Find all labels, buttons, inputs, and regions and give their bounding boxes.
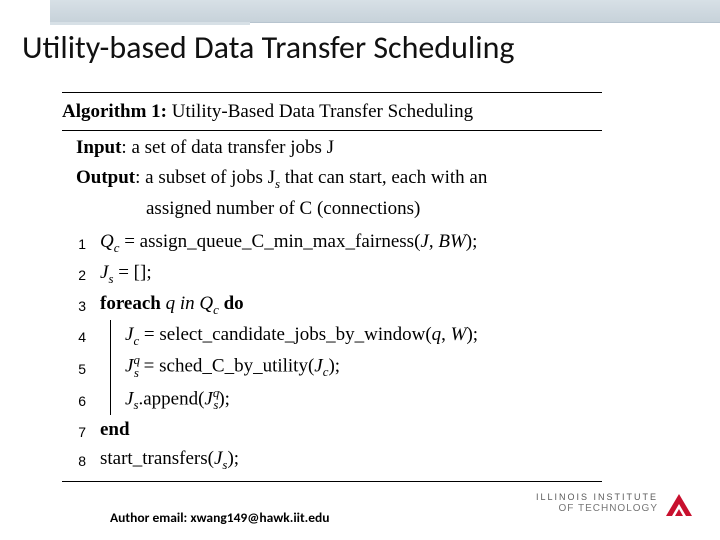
algo-line-5: 5 Jqs = sched_C_by_utility(Jc); — [62, 350, 602, 382]
line-number: 1 — [62, 234, 100, 256]
algorithm-block: Algorithm 1: Utility-Based Data Transfer… — [62, 90, 602, 482]
algorithm-body: 1 Qc = assign_queue_C_min_max_fairness(J… — [62, 223, 602, 475]
algorithm-number: Algorithm 1: — [62, 101, 167, 122]
iit-logo: ILLINOIS INSTITUTE OF TECHNOLOGY — [504, 490, 694, 524]
iit-logo-line2: OF TECHNOLOGY — [559, 503, 659, 514]
slide: Utility-based Data Transfer Scheduling A… — [0, 0, 720, 540]
output-text-b: that can start, each with an — [280, 167, 487, 188]
line-number: 8 — [62, 451, 100, 473]
line-number: 3 — [62, 296, 100, 318]
output-line-2: assigned number of C (connections) — [62, 194, 602, 223]
output-text-a: a subset of jobs J — [145, 167, 275, 188]
algo-line-8: 8 start_transfers(Js); — [62, 444, 602, 475]
page-title: Utility-based Data Transfer Scheduling — [22, 28, 514, 67]
rule-top — [62, 92, 602, 93]
algo-line-4: 4 Jc = select_candidate_jobs_by_window(q… — [62, 320, 602, 351]
output-label: Output — [76, 167, 135, 188]
email-value: xwang149@hawk.iit.edu — [190, 509, 329, 526]
rule-bottom — [62, 481, 602, 482]
iit-logo-line1: ILLINOIS INSTITUTE — [536, 492, 658, 502]
algo-line-3: 3 foreach q in Qc do — [62, 289, 602, 320]
algo-line-6: 6 Js.append(Jqs); — [62, 383, 602, 415]
output-line-1: Output: a subset of jobs Js that can sta… — [62, 163, 602, 194]
line-number: 2 — [62, 265, 100, 287]
line-number: 7 — [62, 422, 100, 444]
author-email: Author email: xwang149@hawk.iit.edu — [110, 509, 330, 526]
algorithm-header: Algorithm 1: Utility-Based Data Transfer… — [62, 95, 602, 128]
line-number: 6 — [62, 391, 100, 413]
algo-line-7: 7 end — [62, 415, 602, 444]
line-number: 5 — [62, 359, 100, 381]
algo-line-1: 1 Qc = assign_queue_C_min_max_fairness(J… — [62, 227, 602, 258]
algo-line-2: 2 Js = []; — [62, 258, 602, 289]
rule-mid1 — [62, 130, 602, 131]
top-strip-accent — [50, 22, 250, 25]
input-label: Input — [76, 137, 121, 158]
email-prefix: Author email: — [110, 509, 190, 526]
line-number: 4 — [62, 327, 100, 349]
top-strip — [50, 0, 720, 23]
iit-logo-triangle-icon — [664, 490, 694, 520]
output-text-c: assigned number of C (connections) — [146, 198, 420, 219]
algorithm-name: Utility-Based Data Transfer Scheduling — [172, 101, 473, 122]
input-text: a set of data transfer jobs J — [131, 137, 334, 158]
input-line: Input: a set of data transfer jobs J — [62, 133, 602, 162]
